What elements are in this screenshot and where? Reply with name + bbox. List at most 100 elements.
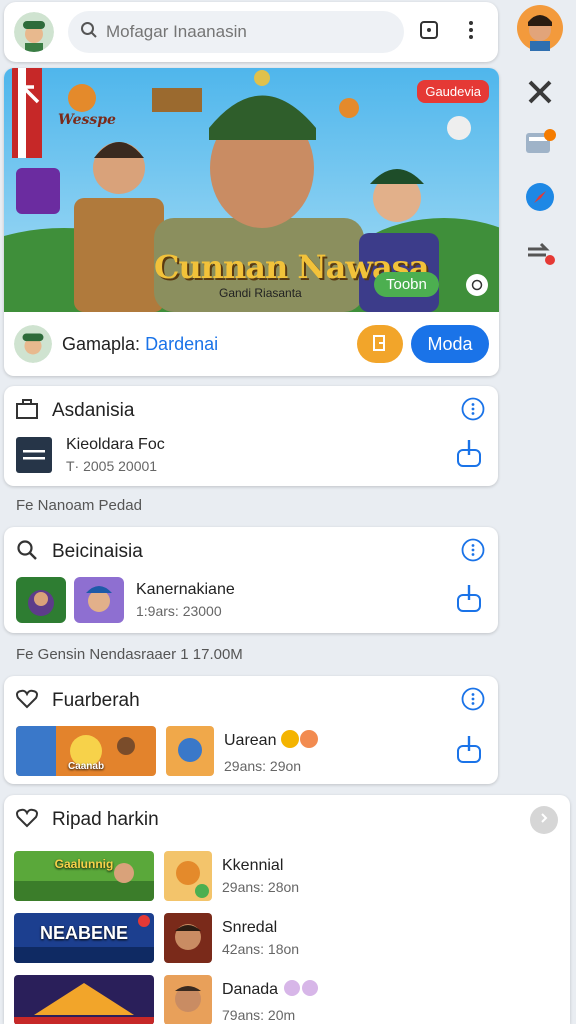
thumbnail: Caanab bbox=[16, 726, 156, 776]
card-header: Fuarberah bbox=[4, 676, 498, 726]
search-bar[interactable] bbox=[68, 11, 404, 53]
card-asdanisia: Asdanisia Kieoldara Foc T· 2005 20001 bbox=[4, 386, 498, 486]
gallery-button[interactable] bbox=[516, 120, 564, 168]
card-fuarberah: Fuarberah Caanab Uarean 29ans: 29on bbox=[4, 676, 498, 784]
list-item[interactable]: NEABENE Snredal 42ans: 18on bbox=[4, 907, 570, 969]
section-label: Fe Gensin Nendasraaer 1 17.00M bbox=[16, 646, 243, 663]
briefcase-icon bbox=[16, 398, 38, 424]
list-item[interactable]: Kanernakiane 1:9ars: 23000 bbox=[4, 577, 498, 623]
top-bar bbox=[4, 2, 498, 62]
list-item[interactable]: Danada 79ans: 20m bbox=[4, 969, 570, 1024]
close-button[interactable] bbox=[516, 70, 564, 118]
power-button[interactable] bbox=[452, 583, 486, 617]
thumbnail bbox=[164, 975, 212, 1024]
hero-footer: Gamapla: Dardenai Moda bbox=[4, 312, 499, 376]
screenshot-button[interactable] bbox=[412, 15, 446, 49]
card-title: Asdanisia bbox=[52, 400, 135, 421]
more-options-button[interactable] bbox=[460, 538, 486, 567]
power-icon bbox=[456, 438, 482, 473]
avatar[interactable] bbox=[14, 12, 54, 52]
entry-subtitle: 79ans: 20m bbox=[222, 1006, 296, 1023]
hero-subtitle: Gandi Riasanta bbox=[219, 286, 302, 300]
entry-text: Snredal 42ans: 18on bbox=[222, 919, 299, 957]
more-options-button[interactable] bbox=[460, 397, 486, 424]
thumbnail: NEABENE bbox=[14, 913, 154, 963]
card-header: Asdanisia bbox=[4, 386, 498, 436]
hero-card: Wesspe Gaudevia Cunnan Nawasa Gandi Rias… bbox=[4, 68, 499, 376]
chevron-right-icon bbox=[538, 811, 550, 829]
hero-corner-text: Wesspe bbox=[58, 112, 116, 128]
share-button[interactable] bbox=[516, 230, 564, 278]
entry-text: Kkennial 29ans: 28on bbox=[222, 857, 299, 895]
hero-footer-label: Gamapla: Dardenai bbox=[62, 334, 218, 355]
thumbnail-caption: Gaalunnig bbox=[54, 857, 114, 871]
card-beicinaisia: Beicinaisia Kanernakiane 1:9ars: 23000 bbox=[4, 527, 498, 633]
image-icon bbox=[524, 127, 556, 162]
power-icon bbox=[456, 734, 482, 769]
heart-icon bbox=[16, 689, 38, 714]
list-item[interactable]: Caanab Uarean 29ans: 29on bbox=[4, 726, 498, 776]
emoji-icon bbox=[280, 729, 320, 754]
entry-subtitle: 42ans: 18on bbox=[222, 941, 300, 957]
profile-avatar[interactable] bbox=[516, 4, 564, 52]
info-icon[interactable] bbox=[466, 274, 488, 296]
card-header: Beicinaisia bbox=[4, 527, 498, 577]
thumbnail bbox=[164, 851, 212, 901]
bookmark-icon bbox=[371, 334, 389, 355]
thumbnail bbox=[164, 913, 212, 963]
hero-footer-prefix: Gamapla: bbox=[62, 333, 141, 354]
more-dots-icon bbox=[461, 687, 485, 716]
thumbnail bbox=[166, 726, 214, 776]
entry-text: Kieoldara Foc T· 2005 20001 bbox=[66, 436, 165, 474]
list-item[interactable]: Gaalunnig Kkennial 29ans: 28on bbox=[4, 845, 570, 907]
search-icon bbox=[80, 21, 98, 44]
close-icon bbox=[526, 78, 554, 111]
entry-title: Snredal bbox=[222, 919, 278, 936]
section-label: Fe Nanoam Pedad bbox=[16, 497, 142, 514]
search-input[interactable] bbox=[106, 22, 366, 42]
list-item[interactable]: Kieoldara Foc T· 2005 20001 bbox=[4, 436, 498, 474]
power-button[interactable] bbox=[452, 438, 486, 472]
primary-action-button[interactable]: Moda bbox=[411, 325, 489, 363]
hero-badge[interactable]: Gaudevia bbox=[417, 80, 489, 103]
card-header: Ripad harkin bbox=[4, 795, 570, 845]
entry-subtitle: T· 2005 20001 bbox=[66, 458, 158, 474]
card-title: Fuarberah bbox=[52, 690, 140, 711]
entry-text: Uarean 29ans: 29on bbox=[224, 729, 320, 774]
thumbnail bbox=[14, 975, 154, 1024]
crop-icon bbox=[418, 19, 440, 46]
thumbnail: Gaalunnig bbox=[14, 851, 154, 901]
entry-text: Danada 79ans: 20m bbox=[222, 978, 322, 1023]
channel-avatar[interactable] bbox=[14, 325, 52, 363]
more-menu-button[interactable] bbox=[454, 15, 488, 49]
thumbnail bbox=[74, 577, 124, 623]
back-arrow-icon[interactable] bbox=[18, 82, 44, 113]
next-button[interactable] bbox=[530, 806, 558, 834]
entry-title: Kieoldara Foc bbox=[66, 436, 165, 453]
compass-button[interactable] bbox=[516, 175, 564, 223]
hero-pill[interactable]: Toobn bbox=[374, 272, 439, 297]
entry-title-text: Danada bbox=[222, 981, 279, 998]
heart-icon bbox=[16, 808, 38, 833]
entry-subtitle: 29ans: 29on bbox=[224, 757, 302, 774]
thumbnail bbox=[16, 577, 66, 623]
card-ripad-harkin: Ripad harkin Gaalunnig Kkennial 29ans: 2… bbox=[4, 795, 570, 1024]
card-title: Ripad harkin bbox=[52, 809, 159, 830]
search-icon bbox=[16, 539, 38, 566]
entry-subtitle: 29ans: 28on bbox=[222, 879, 300, 895]
power-button[interactable] bbox=[452, 734, 486, 768]
hero-footer-link[interactable]: Dardenai bbox=[145, 334, 218, 354]
entry-title: Danada bbox=[222, 978, 322, 1003]
emoji-icon bbox=[282, 978, 322, 1003]
entry-title: Kanernakiane bbox=[136, 581, 235, 598]
more-dots-icon bbox=[461, 538, 485, 567]
more-options-button[interactable] bbox=[460, 687, 486, 716]
entry-title: Uarean bbox=[224, 729, 320, 754]
save-button[interactable] bbox=[357, 325, 403, 363]
entry-title-text: Uarean bbox=[224, 732, 277, 749]
document-icon bbox=[16, 437, 52, 473]
vertical-dots-icon bbox=[468, 20, 474, 45]
entry-subtitle: 1:9ars: 23000 bbox=[136, 603, 222, 619]
hero-banner[interactable]: Wesspe Gaudevia Cunnan Nawasa Gandi Rias… bbox=[4, 68, 499, 312]
hero-pill-label: Toobn bbox=[386, 276, 427, 293]
